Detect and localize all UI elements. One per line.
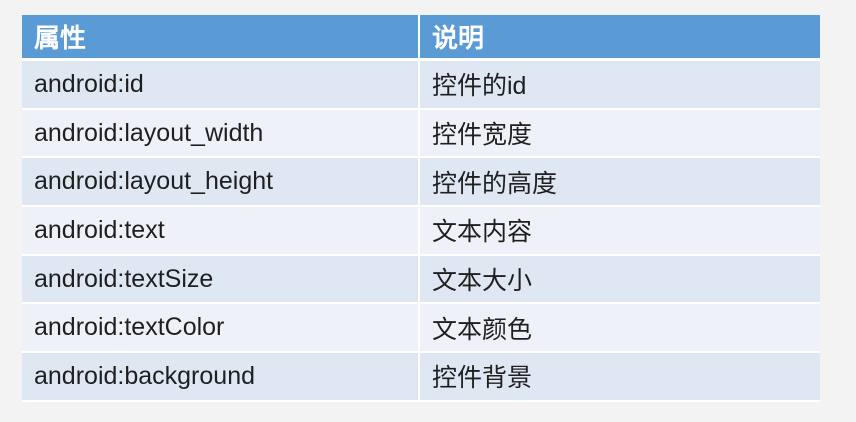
attribute-cell: android:background [22,353,420,402]
attribute-cell: android:textSize [22,255,420,305]
description-cell: 控件的id [420,61,820,110]
description-cell: 控件背景 [420,353,820,402]
attributes-table: 属性 说明 android:id 控件的id android:layout_wi… [22,15,820,402]
table-row: android:textSize 文本大小 [22,255,820,305]
description-cell: 控件的高度 [420,158,820,208]
header-description: 说明 [420,15,820,61]
description-cell: 文本颜色 [420,304,820,354]
attribute-cell: android:id [22,61,420,110]
description-cell: 控件宽度 [420,109,820,159]
attribute-cell: android:textColor [22,304,420,354]
attribute-cell: android:layout_height [22,158,420,208]
description-cell: 文本大小 [420,255,820,305]
table-row: android:textColor 文本颜色 [22,304,820,354]
table-row: android:layout_height 控件的高度 [22,158,820,208]
attribute-cell: android:text [22,207,420,256]
table-row: android:background 控件背景 [22,353,820,402]
attribute-cell: android:layout_width [22,109,420,159]
table-row: android:layout_width 控件宽度 [22,109,820,159]
table-header-row: 属性 说明 [22,15,820,61]
slide-canvas: 属性 说明 android:id 控件的id android:layout_wi… [0,0,856,422]
header-attribute: 属性 [22,15,420,61]
table-row: android:text 文本内容 [22,207,820,256]
description-cell: 文本内容 [420,207,820,256]
table-row: android:id 控件的id [22,61,820,110]
